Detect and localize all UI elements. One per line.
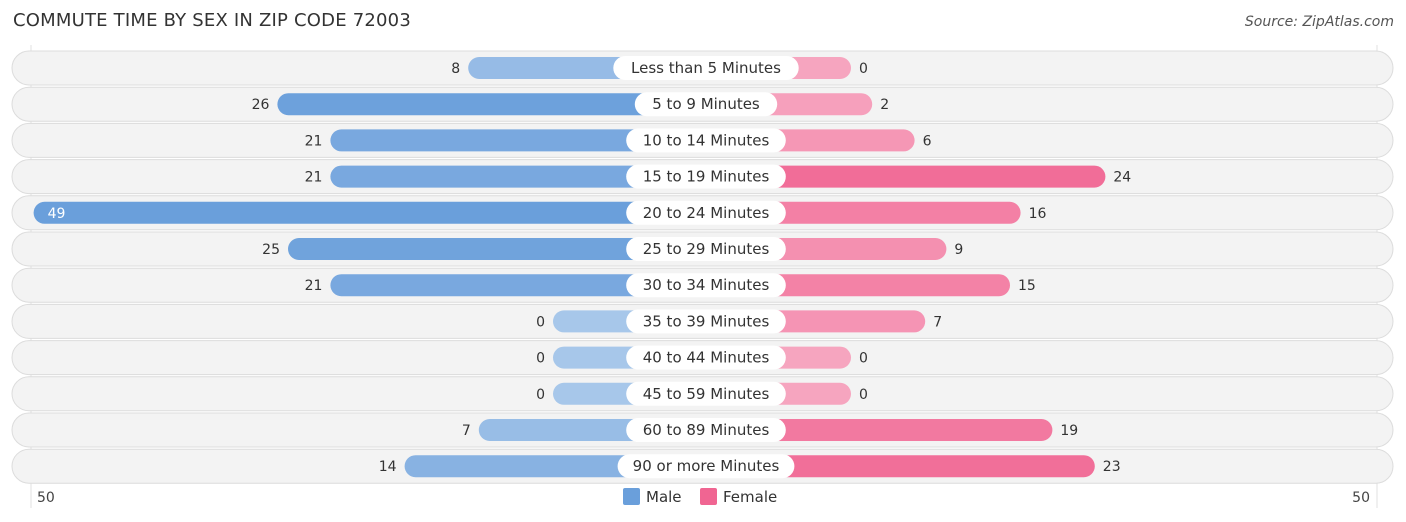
value-label-female: 2: [880, 97, 889, 113]
chart-row: 8 0 Less than 5 Minutes: [11, 50, 1394, 86]
chart-row: 7 19 60 to 89 Minutes: [11, 412, 1394, 448]
value-label-female: 16: [1029, 206, 1047, 222]
legend-label-female: Female: [723, 488, 777, 506]
value-label-female: 0: [859, 387, 868, 403]
category-label: 25 to 29 Minutes: [643, 240, 770, 258]
category-label: 90 or more Minutes: [633, 457, 780, 475]
category-label: 20 to 24 Minutes: [643, 204, 770, 222]
category-label: 5 to 9 Minutes: [652, 95, 760, 113]
category-label: 45 to 59 Minutes: [643, 385, 770, 403]
chart-row: 21 24 15 to 19 Minutes: [11, 159, 1394, 195]
chart-row: 0 0 45 to 59 Minutes: [11, 376, 1394, 412]
chart-row: 21 6 10 to 14 Minutes: [11, 122, 1394, 158]
value-label-female: 6: [923, 133, 932, 149]
value-label-male: 21: [305, 170, 323, 186]
value-label-female: 9: [954, 242, 963, 258]
category-label: Less than 5 Minutes: [631, 59, 781, 77]
diverging-bar-chart: 8 0 Less than 5 Minutes 26 2 5 to 9 Minutes 21…: [11, 45, 1394, 508]
value-label-female: 15: [1018, 278, 1036, 294]
legend-swatch-female: [700, 488, 717, 505]
value-label-female: 23: [1103, 459, 1121, 475]
value-label-female: 0: [859, 351, 868, 367]
legend-label-male: Male: [646, 488, 682, 506]
legend-swatch-male: [623, 488, 640, 505]
category-label: 15 to 19 Minutes: [643, 168, 770, 186]
value-label-male: 26: [252, 97, 270, 113]
value-label-male: 21: [305, 133, 323, 149]
chart-row: 49 16 20 to 24 Minutes: [11, 195, 1394, 231]
value-label-male: 14: [379, 459, 397, 475]
value-label-female: 7: [933, 314, 942, 330]
value-label-male: 0: [536, 387, 545, 403]
chart-row: 26 2 5 to 9 Minutes: [11, 86, 1394, 122]
category-label: 60 to 89 Minutes: [643, 421, 770, 439]
chart-row: 0 0 40 to 44 Minutes: [11, 340, 1394, 376]
axis-label-left: 50: [37, 490, 55, 506]
value-label-male: 21: [305, 278, 323, 294]
value-label-female: 24: [1113, 170, 1131, 186]
category-label: 35 to 39 Minutes: [643, 312, 770, 330]
category-label: 30 to 34 Minutes: [643, 276, 770, 294]
category-label: 40 to 44 Minutes: [643, 349, 770, 367]
category-label: 10 to 14 Minutes: [643, 131, 770, 149]
chart-row: 25 9 25 to 29 Minutes: [11, 231, 1394, 267]
value-label-male: 8: [451, 61, 460, 77]
axis-label-right: 50: [1352, 490, 1370, 506]
value-label-male: 0: [536, 351, 545, 367]
chart-row: 21 15 30 to 34 Minutes: [11, 267, 1394, 303]
value-label-male: 0: [536, 314, 545, 330]
value-label-male: 25: [262, 242, 280, 258]
value-label-female: 0: [859, 61, 868, 77]
legend: Male Female: [623, 488, 777, 506]
value-label-male: 7: [462, 423, 471, 439]
chart-row: 0 7 35 to 39 Minutes: [11, 303, 1394, 339]
value-label-male: 49: [48, 206, 66, 222]
value-label-female: 19: [1060, 423, 1078, 439]
bar-male: [33, 201, 707, 224]
chart-row: 14 23 90 or more Minutes: [11, 448, 1394, 484]
